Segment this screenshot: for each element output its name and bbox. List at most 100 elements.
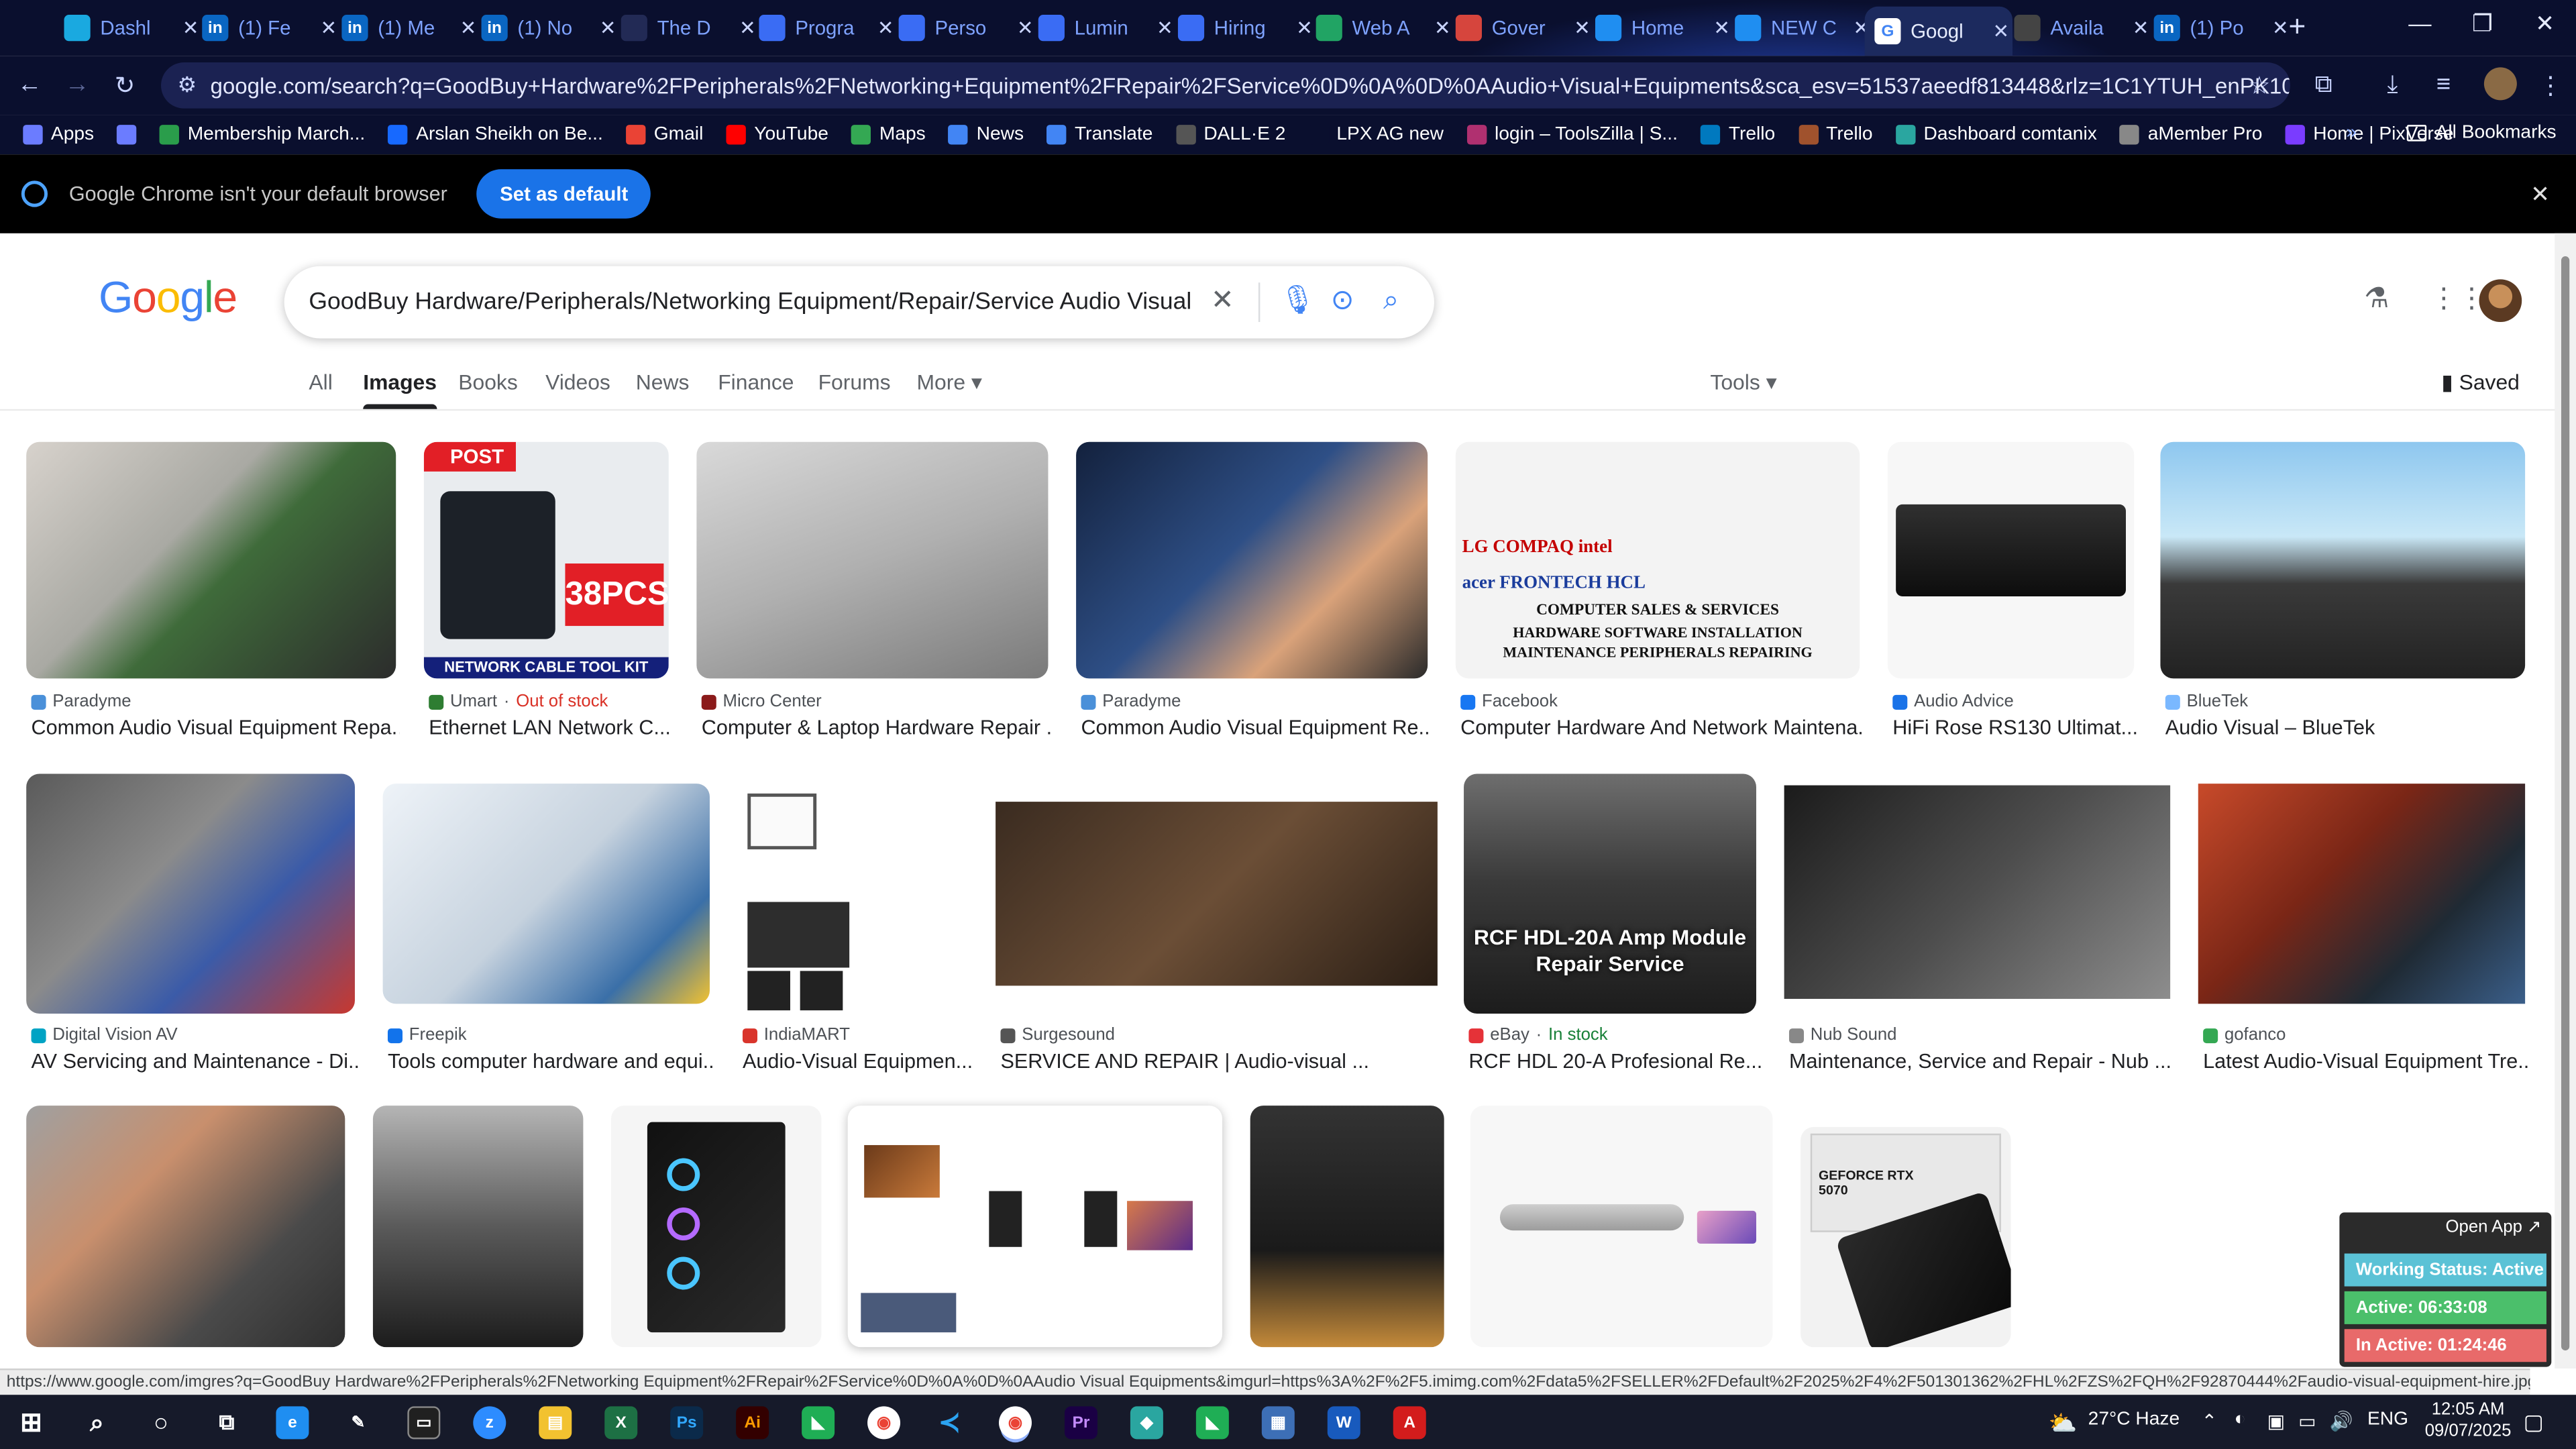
browser-tab[interactable]: The D ✕ bbox=[611, 10, 759, 46]
file-explorer-icon[interactable]: ▤ bbox=[539, 1406, 572, 1440]
windows-start-icon[interactable]: ⊞ bbox=[15, 1406, 48, 1439]
weather-icon[interactable]: ⛅ bbox=[2049, 1409, 2078, 1438]
result-card[interactable]: LG COMPAQ intel acer FRONTECH HCL COMPUT… bbox=[1455, 441, 1863, 746]
result-source[interactable]: Facebook bbox=[1460, 692, 1558, 711]
browser-tab[interactable]: Dashl ✕ bbox=[54, 10, 202, 46]
browser-tab[interactable]: in (1) Me ✕ bbox=[332, 10, 480, 46]
result-card[interactable]: Paradyme Common Audio Visual Equipment R… bbox=[1076, 441, 1431, 746]
site-info-icon[interactable]: ⚙ bbox=[177, 72, 197, 99]
result-thumbnail[interactable] bbox=[847, 1106, 1223, 1348]
result-title[interactable]: Common Audio Visual Equipment Re... bbox=[1081, 716, 1431, 739]
result-title[interactable]: HiFi Rose RS130 Ultimat... bbox=[1892, 716, 2139, 739]
browser-tab[interactable]: Home ✕ bbox=[1585, 10, 1733, 46]
result-card[interactable]: Digital Vision AV AV Servicing and Maint… bbox=[26, 773, 360, 1079]
result-thumbnail[interactable] bbox=[26, 441, 396, 679]
bookmark-item[interactable]: Trello bbox=[1798, 125, 1873, 145]
bookmark-item[interactable]: Arslan Sheikh on Be... bbox=[388, 125, 603, 145]
volume-icon[interactable]: 🔊 bbox=[2330, 1409, 2353, 1432]
result-source[interactable]: gofanco bbox=[2203, 1025, 2286, 1045]
bookmark-item[interactable]: Trello bbox=[1701, 125, 1775, 145]
lens-search-icon[interactable]: ⊙ bbox=[1331, 284, 1354, 317]
task-view-icon[interactable]: ⧉ bbox=[210, 1406, 243, 1439]
excel-icon[interactable]: X bbox=[604, 1406, 638, 1440]
result-source[interactable]: Audio Advice bbox=[1892, 692, 2014, 711]
result-thumbnail[interactable] bbox=[382, 784, 710, 1004]
all-bookmarks-link[interactable]: All Bookmarks bbox=[2436, 123, 2557, 143]
browser-tab[interactable]: NEW C ✕ bbox=[1725, 10, 1872, 46]
browser-tab[interactable]: Perso ✕ bbox=[889, 10, 1036, 46]
result-source[interactable]: Paradyme bbox=[31, 692, 131, 711]
result-title[interactable]: Common Audio Visual Equipment Repa... bbox=[32, 716, 400, 739]
browser-tab[interactable]: Progra ✕ bbox=[749, 10, 897, 46]
nav-tab-more[interactable]: More ▾ bbox=[917, 370, 982, 396]
result-card[interactable] bbox=[1470, 1106, 1773, 1348]
open-app-link[interactable]: Open App ↗ bbox=[2446, 1218, 2542, 1237]
browser-tab[interactable]: Lumin ✕ bbox=[1028, 10, 1176, 46]
result-thumbnail[interactable] bbox=[996, 802, 1438, 986]
nav-tab-books[interactable]: Books bbox=[458, 370, 518, 394]
tray-overflow-icon[interactable]: ⌃ bbox=[2202, 1409, 2218, 1432]
result-thumbnail[interactable] bbox=[2198, 784, 2526, 1004]
taskbar-clock[interactable]: 12:05 AM 09/07/2025 bbox=[2425, 1400, 2512, 1443]
browser-tab[interactable]: in (1) No ✕ bbox=[472, 10, 619, 46]
terminal-icon[interactable]: ▭ bbox=[407, 1406, 441, 1440]
bookmark-item[interactable]: Gmail bbox=[626, 125, 703, 145]
browser-tab[interactable]: Hiring ✕ bbox=[1168, 10, 1316, 46]
close-window-button[interactable]: ✕ bbox=[2520, 10, 2569, 38]
account-avatar[interactable] bbox=[2479, 279, 2522, 323]
voice-search-icon[interactable]: 🎙 bbox=[1280, 284, 1316, 317]
tray-app-2-icon[interactable]: ▣ bbox=[2267, 1409, 2286, 1432]
acrobat-icon[interactable]: A bbox=[1393, 1406, 1426, 1440]
result-card[interactable] bbox=[847, 1106, 1224, 1348]
result-title[interactable]: SERVICE AND REPAIR | Audio-visual ... bbox=[1000, 1050, 1440, 1073]
bookmark-item[interactable]: aMember Pro bbox=[2120, 125, 2262, 145]
forward-icon[interactable]: → bbox=[61, 70, 94, 99]
result-title[interactable]: Computer Hardware And Network Maintena..… bbox=[1460, 716, 1863, 739]
bookmark-item[interactable]: News bbox=[949, 125, 1024, 145]
result-title[interactable]: Audio-Visual Equipmen... bbox=[743, 1050, 974, 1073]
photoshop-icon[interactable]: Ps bbox=[670, 1406, 704, 1440]
result-card[interactable]: RCF HDL-20A Amp Module Repair Service eB… bbox=[1464, 773, 1761, 1079]
result-card[interactable]: Paradyme Common Audio Visual Equipment R… bbox=[26, 441, 400, 746]
vscode-icon[interactable]: ≺ bbox=[933, 1406, 966, 1439]
result-card[interactable]: Freepik Tools computer hardware and equi… bbox=[382, 784, 714, 1079]
result-card[interactable]: gofanco Latest Audio-Visual Equipment Tr… bbox=[2198, 784, 2530, 1079]
taskbar-search-icon[interactable]: ⌕ bbox=[80, 1406, 113, 1439]
bookmark-item[interactable]: Maps bbox=[851, 125, 926, 145]
bookmark-item[interactable]: Apps bbox=[23, 125, 94, 145]
app-green-icon[interactable]: ◣ bbox=[802, 1406, 835, 1440]
apps-grid-bookmark[interactable] bbox=[117, 125, 137, 145]
nav-tab-finance[interactable]: Finance bbox=[718, 370, 794, 394]
result-thumbnail[interactable] bbox=[2160, 441, 2526, 679]
result-source[interactable]: BlueTek bbox=[2165, 692, 2248, 711]
result-title[interactable]: RCF HDL 20-A Profesional Re... bbox=[1468, 1050, 1761, 1073]
search-icon[interactable]: ⌕ bbox=[1383, 284, 1399, 317]
bookmark-item[interactable]: login – ToolsZilla | S... bbox=[1466, 125, 1678, 145]
result-card[interactable]: IndiaMART Audio-Visual Equipmen... bbox=[737, 773, 974, 1079]
result-source[interactable]: Paradyme bbox=[1081, 692, 1181, 711]
result-card[interactable]: POST 38PCS NETWORK CABLE TOOL KIT Umart … bbox=[423, 441, 671, 746]
result-card[interactable]: Micro Center Computer & Laptop Hardware … bbox=[696, 441, 1051, 746]
browser-tab[interactable]: in (1) Po ✕ bbox=[2144, 10, 2292, 46]
back-icon[interactable]: ← bbox=[13, 70, 46, 99]
weather-text[interactable]: 27°C Haze bbox=[2088, 1409, 2180, 1429]
edge-icon[interactable]: e bbox=[276, 1406, 309, 1440]
premiere-icon[interactable]: Pr bbox=[1064, 1406, 1097, 1440]
media-control-icon[interactable]: ≡ bbox=[2436, 70, 2451, 99]
result-thumbnail[interactable]: LG COMPAQ intel acer FRONTECH HCL COMPUT… bbox=[1455, 441, 1860, 679]
result-card[interactable]: Audio Advice HiFi Rose RS130 Ultimat... bbox=[1887, 441, 2139, 746]
bookmark-item[interactable]: Dashboard comtanix bbox=[1895, 125, 2097, 145]
result-card[interactable] bbox=[26, 1106, 345, 1348]
set-as-default-button[interactable]: Set as default bbox=[476, 169, 651, 219]
labs-flask-icon[interactable]: ⚗ bbox=[2364, 282, 2389, 315]
tray-app-icon[interactable]: ◐ bbox=[2235, 1409, 2246, 1429]
app-teal-icon[interactable]: ◆ bbox=[1130, 1406, 1163, 1440]
result-card[interactable] bbox=[611, 1106, 823, 1348]
result-thumbnail[interactable]: RCF HDL-20A Amp Module Repair Service bbox=[1464, 773, 1756, 1014]
result-thumbnail[interactable] bbox=[1470, 1106, 1773, 1348]
bookmarks-overflow-icon[interactable]: » bbox=[2346, 123, 2357, 143]
result-thumbnail[interactable] bbox=[1076, 441, 1428, 679]
new-tab-button[interactable]: + bbox=[2288, 10, 2306, 44]
chrome-taskbar-icon[interactable]: ◉ bbox=[867, 1406, 901, 1440]
menu-kebab-icon[interactable]: ⋮ bbox=[2538, 70, 2563, 101]
